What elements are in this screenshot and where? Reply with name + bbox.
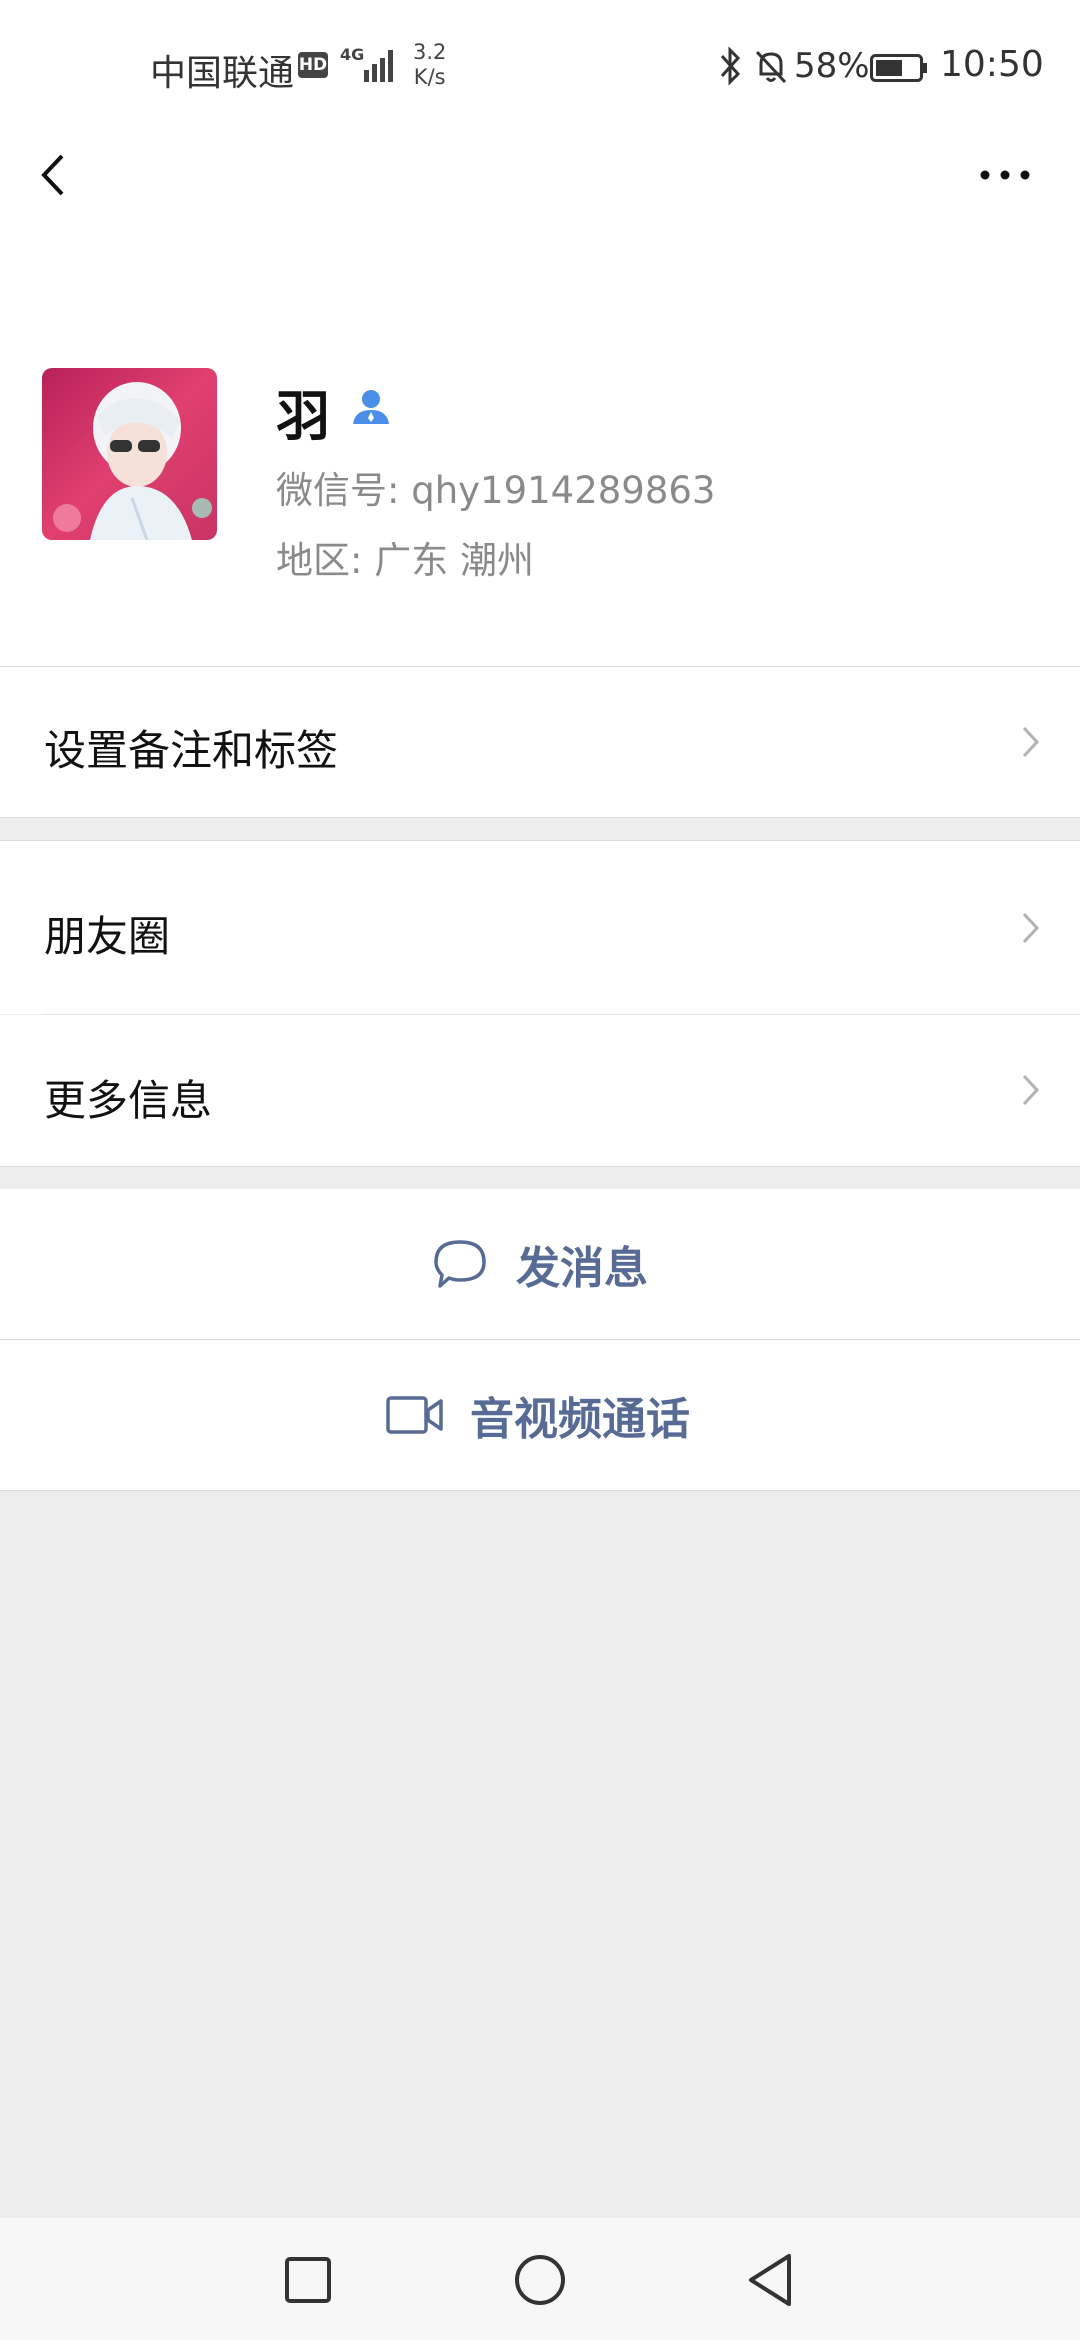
clock: 10:50: [940, 44, 1044, 85]
send-message-content: 发消息: [432, 1189, 648, 1339]
video-camera-icon: [386, 1396, 443, 1434]
network-speed: 3.2 K/s: [413, 40, 446, 90]
triangle-back-icon[interactable]: [741, 2250, 801, 2310]
video-call-button[interactable]: 音视频通话: [0, 1340, 1080, 1490]
speed-value: 3.2: [413, 40, 447, 64]
send-message-button[interactable]: 发消息: [0, 1189, 1080, 1339]
contact-name: 羽: [276, 385, 330, 448]
moments-row[interactable]: 朋友圈: [0, 841, 1080, 1014]
more-dots-icon[interactable]: [970, 150, 1040, 200]
bluetooth-icon: [720, 46, 741, 86]
video-call-label: 音视频通话: [470, 1394, 690, 1445]
chevron-right-icon: [1022, 912, 1040, 944]
remark-tags-row[interactable]: 设置备注和标签: [0, 667, 1080, 817]
system-nav-bar: [0, 2218, 1080, 2340]
hd-badge: HD: [298, 52, 328, 78]
wechat-id: 微信号: qhy1914289863: [276, 469, 716, 512]
speed-unit: K/s: [413, 65, 446, 89]
signal-icon: [364, 50, 393, 82]
status-bar: 中国联通 HD 4G 3.2 K/s 58% 10:50: [0, 0, 1080, 130]
avatar[interactable]: [42, 368, 217, 540]
battery-percent: 58%: [794, 46, 870, 86]
chevron-left-icon[interactable]: [30, 140, 80, 210]
battery-icon: [870, 54, 927, 82]
divider: [0, 817, 1080, 818]
more-info-label: 更多信息: [44, 1076, 213, 1125]
divider: [0, 1166, 1080, 1167]
send-message-label: 发消息: [516, 1243, 648, 1294]
more-info-row[interactable]: 更多信息: [0, 1015, 1080, 1166]
carrier-name: 中国联通: [150, 53, 295, 94]
remark-tags-label: 设置备注和标签: [44, 726, 339, 775]
network-type: 4G: [340, 45, 365, 64]
chevron-right-icon: [1022, 726, 1040, 758]
mute-bell-icon: [755, 50, 787, 84]
divider: [0, 1490, 1080, 1491]
chat-bubble-icon: [434, 1240, 486, 1288]
person-icon: [353, 390, 389, 424]
moments-label: 朋友圈: [44, 912, 171, 961]
square-recents-icon[interactable]: [278, 2250, 338, 2310]
circle-home-icon[interactable]: [510, 2250, 570, 2310]
chevron-right-icon: [1022, 1074, 1040, 1106]
video-call-content: 音视频通话: [386, 1340, 690, 1490]
region: 地区: 广东 潮州: [276, 539, 534, 582]
